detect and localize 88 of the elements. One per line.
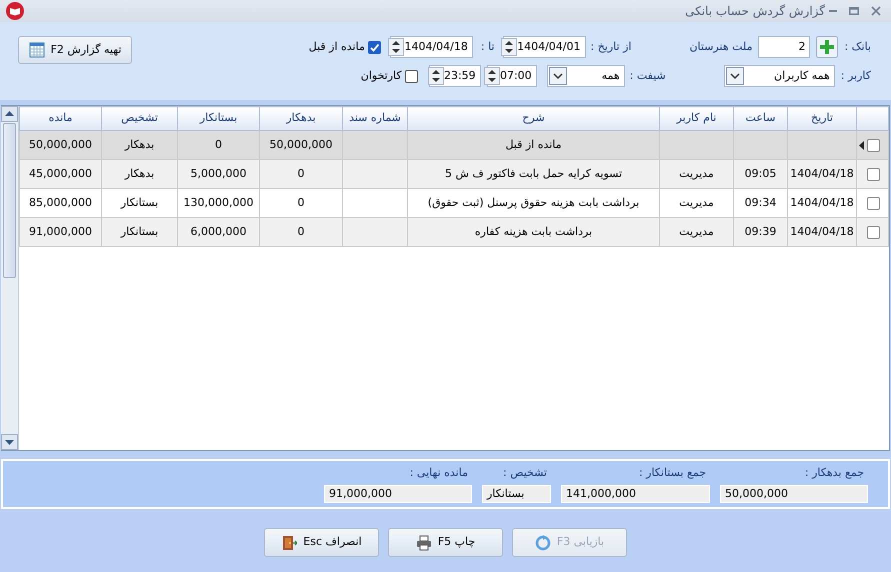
maximize-icon[interactable] [849, 7, 859, 15]
table-cell: 1404/04/18 [790, 196, 854, 209]
summary-value: 91,000,000 [324, 484, 472, 502]
date-field[interactable]: 1404/04/01 [502, 36, 586, 58]
table-cell: مدیریت [679, 196, 714, 209]
table-cell: 0 [215, 138, 222, 151]
field-label: بانک : [844, 38, 871, 55]
table-cell: برداشت بابت هزینه کفاره [474, 224, 592, 238]
table-cell: 09:05 [744, 166, 776, 180]
table-cell: 0 [298, 166, 304, 180]
row-checkbox[interactable] [867, 168, 880, 180]
printer-icon [416, 535, 431, 550]
summary-label: جمع بستانکار : [638, 465, 707, 481]
column-header[interactable]: مانده [20, 106, 102, 130]
shift-select[interactable]: همه [546, 65, 625, 87]
table-cell: 91,000,000 [29, 224, 92, 238]
checkbox[interactable] [404, 70, 418, 82]
exit-button[interactable]: انصراف Esc [264, 528, 379, 557]
summary-label: مانده نهایی : [408, 465, 469, 481]
bank-name-label: ملت هنرستان [689, 38, 752, 55]
row-checkbox[interactable] [867, 226, 880, 238]
column-header[interactable]: شرح [408, 106, 660, 130]
column-header[interactable]: بستانکار [178, 106, 260, 130]
table-cell: بستانکار [120, 196, 158, 209]
time-field[interactable]: 07:00 [486, 65, 537, 87]
table-cell: 50,000,000 [29, 138, 92, 151]
summary-value: 50,000,000 [720, 484, 868, 502]
table-cell: 0 [298, 196, 304, 209]
dropdown-icon[interactable] [548, 67, 567, 85]
row-checkbox[interactable] [867, 138, 880, 152]
column-header[interactable]: تشخیص [102, 106, 178, 130]
table-cell: بدهکار [124, 138, 154, 151]
close-icon[interactable] [871, 6, 881, 16]
table-cell: برداشت بابت هزینه حقوق پرسنل (ثبت حقوق) [428, 196, 640, 209]
field-label: از تاریخ : [590, 38, 632, 55]
checkbox[interactable] [368, 40, 381, 54]
checkbox-label: کارتخوان [360, 68, 402, 84]
print-button[interactable]: چاپ F5 [388, 528, 503, 557]
table-cell: تسویه کرایه حمل بابت فاکتور ف ش 5 [444, 166, 622, 180]
spinner-icon[interactable] [484, 67, 500, 85]
bank-code-field[interactable]: 2 [758, 36, 810, 58]
column-header[interactable]: بدهکار [260, 106, 342, 130]
field-label: کاربر : [840, 68, 871, 84]
table-cell: مدیریت [679, 166, 714, 180]
scroll-up-button[interactable] [1, 106, 18, 122]
column-header[interactable]: تاریخ [788, 106, 856, 130]
column-header[interactable]: نام کاربر [660, 106, 734, 130]
table-cell: 0 [298, 224, 304, 238]
table-cell: 1404/04/18 [790, 166, 854, 180]
table-cell: 09:39 [744, 224, 776, 238]
table-cell: 1404/04/18 [790, 224, 854, 238]
summary-value: 141,000,000 [561, 484, 710, 502]
column-header[interactable]: ساعت [734, 106, 788, 130]
report-button[interactable]: تهیه گزارش F2 [18, 36, 132, 64]
table-cell: 45,000,000 [29, 166, 92, 180]
table-cell: 130,000,000 [184, 196, 254, 209]
field-label: شیفت : [630, 68, 666, 84]
summary-label: جمع بدهکار : [804, 465, 865, 481]
spinner-icon[interactable] [388, 38, 404, 56]
time-field[interactable]: 23:59 [428, 65, 481, 87]
table-cell: بستانکار [120, 224, 158, 238]
table-cell: 5,000,000 [190, 166, 246, 180]
table-cell: 85,000,000 [29, 196, 92, 209]
table-cell: بدهکار [124, 166, 154, 180]
row-checkbox[interactable] [867, 196, 880, 210]
scrollbar-thumb[interactable] [3, 123, 16, 278]
table-cell: 09:34 [744, 196, 776, 209]
door-icon [283, 536, 298, 550]
user-select[interactable]: همه کاربران [724, 65, 835, 87]
refresh-icon [536, 534, 550, 550]
add-button[interactable] [816, 36, 838, 58]
summary-value: بستانکار [482, 484, 551, 502]
dropdown-icon[interactable] [726, 67, 744, 85]
window-title: گزارش گردش حساب بانکی [685, 3, 825, 20]
table-cell: مانده از قبل [505, 138, 562, 151]
column-header[interactable]: شماره سند [342, 106, 408, 130]
summary-label: تشخیص : [502, 465, 548, 481]
table-cell: 50,000,000 [270, 138, 332, 151]
table-cell: مدیریت [679, 224, 714, 238]
field-label: تا : [480, 38, 494, 55]
calendar-icon [29, 42, 44, 58]
date-field[interactable]: 1404/04/18 [390, 36, 473, 58]
spinner-icon[interactable] [501, 38, 518, 56]
table-cell: 6,000,000 [190, 224, 246, 238]
app-logo-icon [6, 2, 24, 20]
checkbox-label: مانده از قبل [308, 38, 365, 55]
scroll-down-button[interactable] [1, 434, 18, 450]
spinner-icon[interactable] [428, 67, 444, 85]
